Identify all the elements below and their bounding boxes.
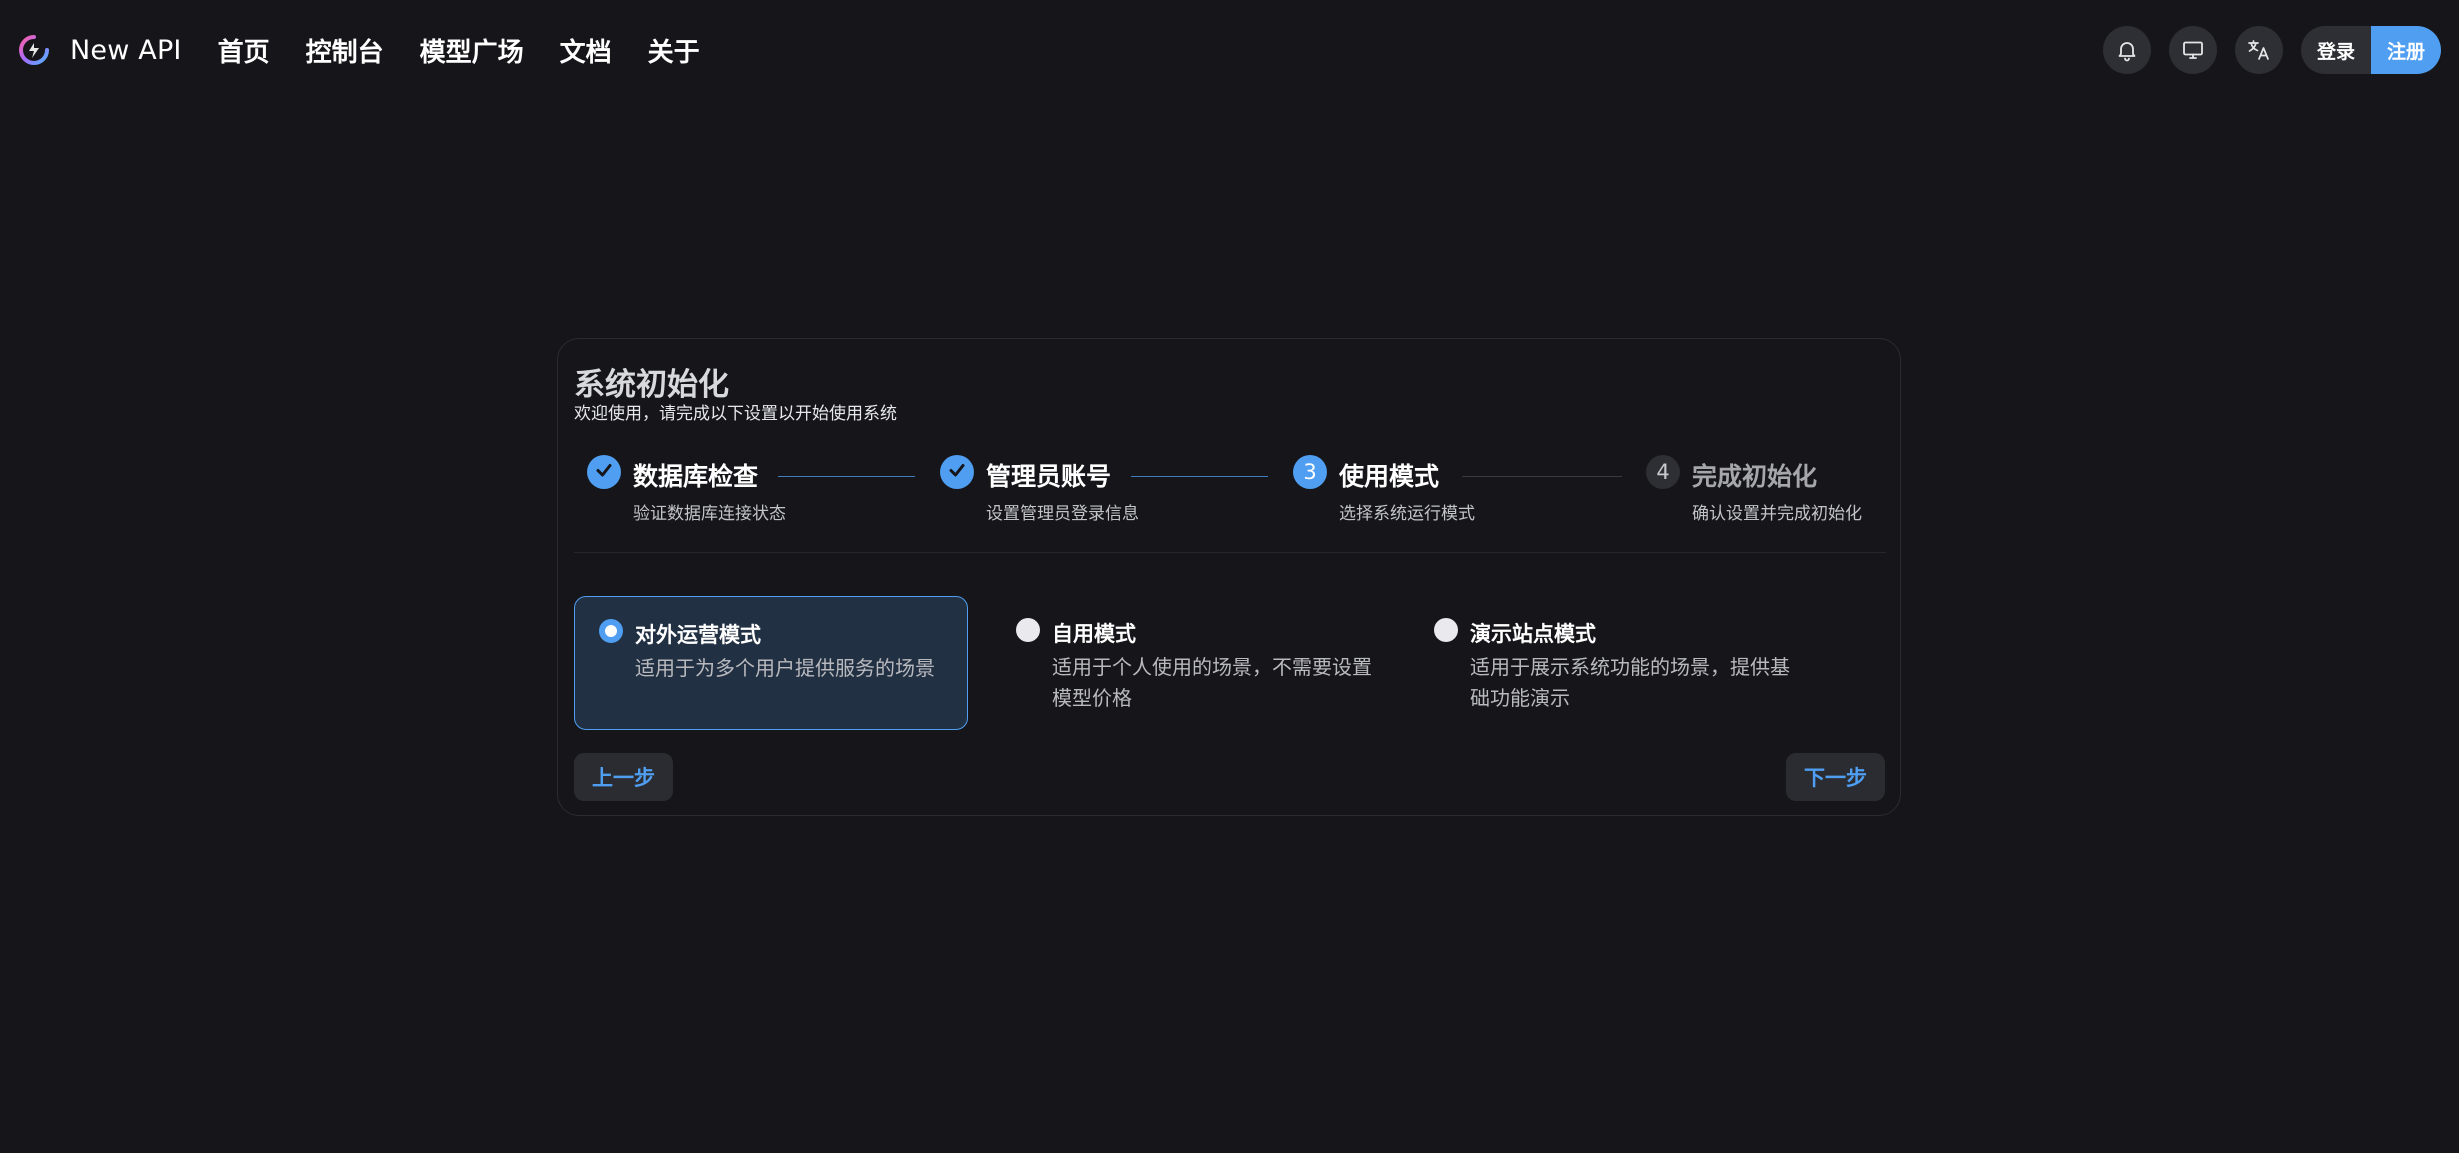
nav-item-about[interactable]: 关于 <box>648 32 700 69</box>
notification-button[interactable] <box>2103 26 2151 74</box>
step-title: 使用模式 <box>1339 462 1440 491</box>
previous-step-button[interactable]: 上一步 <box>574 753 673 801</box>
next-step-button[interactable]: 下一步 <box>1786 753 1885 801</box>
step-title: 完成初始化 <box>1692 462 1818 491</box>
mode-description: 适用于展示系统功能的场景，提供基础功能演示 <box>1470 655 1790 710</box>
step-description: 设置管理员登录信息 <box>986 504 1139 524</box>
step-connector <box>1462 476 1622 477</box>
step-description: 确认设置并完成初始化 <box>1692 504 1862 524</box>
main-nav: 首页 控制台 模型广场 文档 关于 <box>218 32 736 69</box>
nav-item-home[interactable]: 首页 <box>218 32 270 69</box>
step-done-indicator <box>587 455 621 489</box>
register-button[interactable]: 注册 <box>2371 26 2441 74</box>
header-actions: 登录 注册 <box>2085 26 2441 74</box>
new-api-logo-icon[interactable] <box>18 34 50 66</box>
mode-description: 适用于个人使用的场景，不需要设置模型价格 <box>1052 655 1372 710</box>
divider <box>574 552 1886 553</box>
step-number-indicator: 3 <box>1293 455 1327 489</box>
check-icon <box>594 460 614 485</box>
language-button[interactable] <box>2235 26 2283 74</box>
step-connector <box>778 476 915 477</box>
bell-icon <box>2115 38 2139 62</box>
mode-title: 自用模式 <box>1052 622 1136 646</box>
nav-item-docs[interactable]: 文档 <box>560 32 612 69</box>
auth-buttons: 登录 注册 <box>2301 26 2441 74</box>
page-subtitle: 欢迎使用，请完成以下设置以开始使用系统 <box>574 404 897 424</box>
login-button[interactable]: 登录 <box>2301 26 2371 74</box>
mode-title: 对外运营模式 <box>635 623 761 647</box>
top-navbar: New API 首页 控制台 模型广场 文档 关于 登录 注册 <box>0 0 2459 100</box>
mode-option-external[interactable]: 对外运营模式 适用于为多个用户提供服务的场景 <box>574 596 968 730</box>
step-done-indicator <box>940 455 974 489</box>
brand-name[interactable]: New API <box>70 35 182 66</box>
setup-card: 系统初始化 欢迎使用，请完成以下设置以开始使用系统 数据库检查 验证数据库连接状… <box>557 338 1901 816</box>
page-title: 系统初始化 <box>574 367 729 403</box>
nav-item-console[interactable]: 控制台 <box>306 32 384 69</box>
step-number-indicator: 4 <box>1646 455 1680 489</box>
mode-description: 适用于为多个用户提供服务的场景 <box>635 656 935 680</box>
monitor-icon <box>2181 38 2205 62</box>
radio-selected[interactable] <box>599 619 623 643</box>
nav-item-model-plaza[interactable]: 模型广场 <box>420 32 524 69</box>
translate-icon <box>2246 37 2272 63</box>
step-description: 选择系统运行模式 <box>1339 504 1475 524</box>
mode-title: 演示站点模式 <box>1470 622 1596 646</box>
step-title: 管理员账号 <box>986 462 1112 491</box>
step-title: 数据库检查 <box>633 462 759 491</box>
radio-unselected[interactable] <box>1434 618 1458 642</box>
mode-option-self-use[interactable]: 自用模式 适用于个人使用的场景，不需要设置模型价格 <box>992 596 1386 730</box>
step-description: 验证数据库连接状态 <box>633 504 786 524</box>
check-icon <box>947 460 967 485</box>
mode-option-demo-site[interactable]: 演示站点模式 适用于展示系统功能的场景，提供基础功能演示 <box>1410 596 1804 730</box>
radio-unselected[interactable] <box>1016 618 1040 642</box>
theme-toggle-button[interactable] <box>2169 26 2217 74</box>
step-connector <box>1131 476 1268 477</box>
